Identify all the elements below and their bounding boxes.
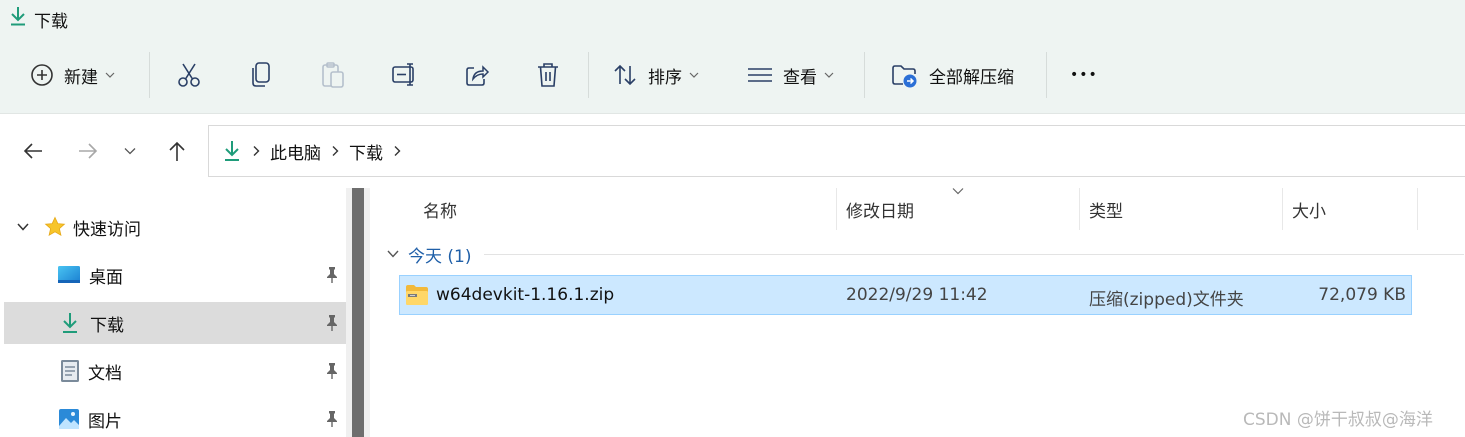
address-bar[interactable]: 此电脑 下载 [208,125,1465,177]
chevron-down-icon [105,72,115,78]
download-arrow-icon [225,141,239,161]
navigation-scrollbar-thumb[interactable] [352,188,364,437]
toolbar-divider [864,52,865,98]
file-size: 72,079 KB [1318,285,1406,305]
toolbar-divider [1046,52,1047,98]
sort-label: 排序 [648,67,682,88]
star-icon [44,216,66,237]
zip-folder-icon [406,285,428,305]
copy-button[interactable] [249,36,273,114]
chevron-down-icon [17,223,29,231]
sort-arrows-icon [614,64,636,86]
chevron-right-icon [332,146,339,156]
plus-circle-icon [31,64,53,86]
arrow-right-icon [79,143,98,159]
navigation-pane: 快速访问 桌面 下载 文档 图片 [0,188,346,437]
column-header-size[interactable]: 大小 [1292,188,1326,230]
arrow-left-icon [23,143,42,159]
view-label: 查看 [783,67,817,88]
quick-access-label: 快速访问 [73,219,141,240]
sidebar-item-pictures[interactable]: 图片 [4,398,346,437]
column-divider[interactable] [836,188,837,230]
extract-all-label: 全部解压缩 [929,67,1014,88]
column-header-name[interactable]: 名称 [423,188,457,230]
group-label: 今天 (1) [408,246,472,267]
chevron-right-icon [394,146,401,156]
toolbar-divider [149,52,150,98]
sidebar-item-desktop[interactable]: 桌面 [4,254,346,296]
command-bar: 新建 排序 查看 全部解压缩 ••• [0,36,1465,114]
sidebar-item-label: 下载 [90,315,124,336]
view-button[interactable]: 查看 [747,36,834,114]
chevron-down-icon [124,148,136,155]
sidebar-item-documents[interactable]: 文档 [4,350,346,392]
chevron-down-icon [824,72,834,78]
clipboard-icon [322,62,344,88]
column-header-date[interactable]: 修改日期 [846,188,914,230]
toolbar-divider [588,52,589,98]
view-list-icon [748,68,772,82]
up-button[interactable] [163,134,191,168]
sidebar-item-label: 文档 [88,363,122,384]
chevron-down-icon [387,250,399,258]
column-header-type[interactable]: 类型 [1089,188,1123,230]
sidebar-item-downloads[interactable]: 下载 [4,302,346,344]
chevron-right-icon [253,146,260,156]
title-bar: 下载 [0,0,1465,36]
pin-icon[interactable] [324,362,340,380]
arrow-up-icon [169,141,185,161]
window-title: 下载 [34,12,68,32]
copy-icon [252,62,270,87]
file-name: w64devkit-1.16.1.zip [436,285,615,305]
sort-button[interactable]: 排序 [612,36,699,114]
breadcrumb-this-pc[interactable]: 此电脑 [270,139,321,164]
pin-icon[interactable] [324,266,340,284]
group-divider [484,254,1464,255]
share-button[interactable] [464,36,490,114]
document-icon [61,360,79,382]
more-options-button[interactable]: ••• [1070,36,1098,114]
breadcrumb-downloads[interactable]: 下载 [349,139,383,164]
chevron-down-icon [689,72,699,78]
more-options-icon: ••• [1070,67,1098,83]
file-date: 2022/9/29 11:42 [846,285,988,305]
paste-button[interactable] [320,36,346,114]
forward-button[interactable] [73,134,103,168]
download-icon [63,313,77,333]
file-type: 压缩(zipped)文件夹 [1089,290,1244,310]
trash-icon [538,63,558,87]
new-button[interactable]: 新建 [30,36,115,114]
share-icon [466,65,490,86]
extract-all-button[interactable]: 全部解压缩 [891,36,1014,114]
column-divider[interactable] [1417,188,1418,230]
column-divider[interactable] [1079,188,1080,230]
desktop-icon [58,266,80,283]
pin-icon[interactable] [324,410,340,428]
rename-button[interactable] [391,36,419,114]
pictures-icon [59,409,79,429]
file-row[interactable]: w64devkit-1.16.1.zip 2022/9/29 11:42 压缩(… [399,275,1412,315]
scissors-icon [178,63,200,87]
group-header-today[interactable]: 今天 (1) [386,240,1464,268]
pin-icon[interactable] [324,314,340,332]
download-arrow-icon [11,7,25,26]
extract-folder-icon [892,65,917,88]
sort-indicator-icon [952,188,964,195]
sidebar-item-quick-access[interactable]: 快速访问 [4,206,346,248]
delete-button[interactable] [536,36,560,114]
cut-button[interactable] [176,36,202,114]
column-divider[interactable] [1282,188,1283,230]
recent-locations-button[interactable] [119,134,141,168]
new-label: 新建 [64,67,98,88]
watermark: CSDN @饼干叔叔@海洋 [1243,410,1433,430]
sidebar-item-label: 桌面 [89,267,123,288]
sidebar-item-label: 图片 [88,411,122,432]
rename-icon [392,63,414,86]
back-button[interactable] [18,134,48,168]
